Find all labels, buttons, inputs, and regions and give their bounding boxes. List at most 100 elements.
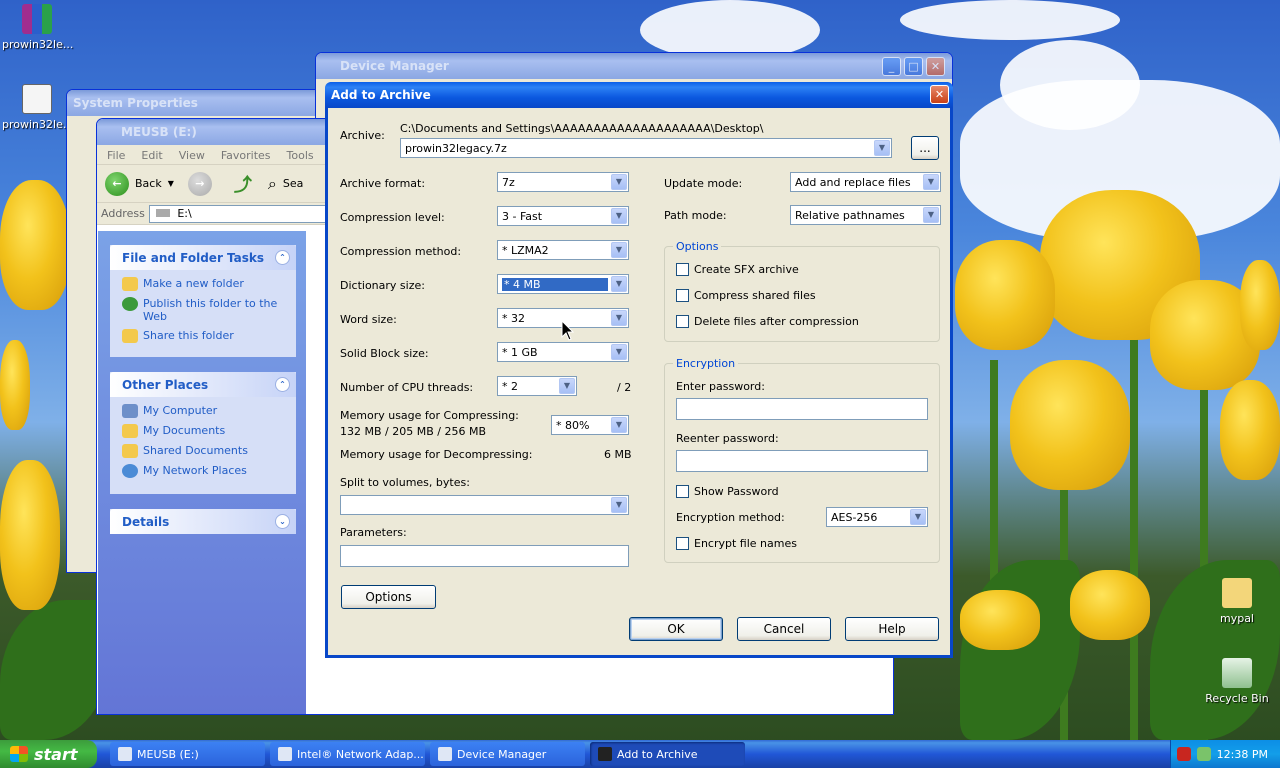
archive-label: Archive: [340,129,385,142]
back-dropdown-icon[interactable]: ▼ [168,179,174,188]
chevron-down-icon[interactable]: ▼ [611,242,627,258]
cancel-button[interactable]: Cancel [737,617,831,641]
menu-view[interactable]: View [179,149,205,162]
menu-tools[interactable]: Tools [287,149,314,162]
create-sfx-checkbox[interactable]: Create SFX archive [676,263,799,276]
chevron-down-icon[interactable]: ▼ [611,174,627,190]
compression-level-select[interactable]: 3 - Fast ▼ [497,206,629,226]
chevron-down-icon[interactable]: ▼ [910,509,926,525]
archive-name-combo[interactable]: prowin32legacy.7z ▼ [400,138,892,158]
address-label: Address [101,207,145,220]
file-folder-tasks-header[interactable]: File and Folder Tasks ⌃ [110,245,296,270]
search-button[interactable]: Sea [283,177,304,190]
taskbar-item-add-to-archive[interactable]: Add to Archive [590,742,745,766]
chevron-down-icon[interactable]: ▼ [923,207,939,223]
chevron-down-icon[interactable]: ▼ [611,310,627,326]
update-mode-select[interactable]: Add and replace files ▼ [790,172,941,192]
taskbar: start MEUSB (E:) Intel® Network Adap... … [0,740,1280,768]
compress-shared-checkbox[interactable]: Compress shared files [676,289,816,302]
taskbar-item-meusb[interactable]: MEUSB (E:) [110,742,265,766]
other-places-header[interactable]: Other Places ⌃ [110,372,296,397]
compression-level-label: Compression level: [340,211,445,224]
enter-password-label: Enter password: [676,380,765,393]
task-publish-folder[interactable]: Publish this folder to the Web [110,294,296,326]
up-folder-icon[interactable]: ⤴ [234,171,252,197]
update-mode-label: Update mode: [664,177,743,190]
path-mode-select[interactable]: Relative pathnames ▼ [790,205,941,225]
7zip-icon [598,747,612,761]
memory-percent-select[interactable]: * 80% ▼ [551,415,629,435]
collapse-chevron-icon[interactable]: ⌃ [275,250,290,265]
options-button[interactable]: Options [341,585,436,609]
network-status-icon[interactable] [1196,747,1211,761]
dialog-titlebar[interactable]: Add to Archive [325,82,953,108]
help-button[interactable]: Help [845,617,939,641]
new-folder-icon [122,277,138,291]
executable-icon [22,84,52,114]
taskbar-item-device-manager[interactable]: Device Manager [430,742,585,766]
forward-arrow-icon[interactable]: → [187,171,212,196]
dictionary-size-select[interactable]: * 4 MB ▼ [497,274,629,294]
desktop-icon-prowin32-exe[interactable]: prowin32le... [2,84,73,131]
chevron-down-icon[interactable]: ▼ [611,208,627,224]
clock[interactable]: 12:38 PM [1217,748,1268,761]
delete-after-checkbox[interactable]: Delete files after compression [676,315,859,328]
device-manager-icon [438,747,452,761]
menu-file[interactable]: File [107,149,125,162]
desktop-icon-recycle-bin[interactable]: Recycle Bin [1202,658,1272,705]
place-my-network-places[interactable]: My Network Places [110,461,296,481]
add-to-archive-dialog[interactable]: Add to Archive ✕ Archive: C:\Documents a… [325,82,953,658]
word-size-label: Word size: [340,313,397,326]
reenter-password-input[interactable] [676,450,928,472]
back-arrow-icon[interactable]: ← [105,171,129,196]
back-button[interactable]: Back [135,177,162,190]
chevron-down-icon[interactable]: ▼ [611,417,627,433]
show-password-checkbox[interactable]: Show Password [676,485,779,498]
task-share-folder[interactable]: Share this folder [110,326,296,346]
desktop-icon-mypal[interactable]: mypal [1202,578,1272,625]
place-shared-documents[interactable]: Shared Documents [110,441,296,461]
system-properties-titlebar[interactable]: System Properties [67,90,325,116]
close-button[interactable]: ✕ [926,57,945,76]
chevron-down-icon[interactable]: ▼ [611,344,627,360]
encryption-method-select[interactable]: AES-256 ▼ [826,507,928,527]
chevron-down-icon[interactable]: ▼ [611,276,627,292]
ok-button[interactable]: OK [629,617,723,641]
chevron-down-icon[interactable]: ▼ [874,140,890,156]
chevron-down-icon[interactable]: ▼ [611,497,627,513]
network-adapter-icon [278,747,292,761]
documents-icon [122,424,138,438]
mouse-cursor-icon [561,320,575,341]
desktop-icon-prowin32-archive[interactable]: prowin32le... [2,4,73,51]
security-shield-icon[interactable] [1176,747,1191,761]
task-make-new-folder[interactable]: Make a new folder [110,274,296,294]
menu-edit[interactable]: Edit [141,149,162,162]
place-my-computer[interactable]: My Computer [110,401,296,421]
cpu-threads-select[interactable]: * 2 ▼ [497,376,577,396]
system-tray: 12:38 PM [1170,740,1280,768]
collapse-chevron-icon[interactable]: ⌃ [275,377,290,392]
archive-format-select[interactable]: 7z ▼ [497,172,629,192]
maximize-button[interactable]: □ [904,57,923,76]
split-volumes-combo[interactable]: ▼ [340,495,629,515]
search-icon[interactable]: ⌕ [268,174,277,194]
solid-block-select[interactable]: * 1 GB ▼ [497,342,629,362]
menu-favorites[interactable]: Favorites [221,149,271,162]
taskbar-item-intel-network[interactable]: Intel® Network Adap... [270,742,425,766]
network-icon [122,464,138,478]
place-my-documents[interactable]: My Documents [110,421,296,441]
chevron-down-icon[interactable]: ▼ [923,174,939,190]
encrypt-file-names-checkbox[interactable]: Encrypt file names [676,537,797,550]
parameters-input[interactable] [340,545,629,567]
dialog-close-button[interactable]: ✕ [930,85,949,104]
minimize-button[interactable]: _ [882,57,901,76]
details-header[interactable]: Details ⌄ [110,509,296,534]
device-manager-titlebar[interactable]: Device Manager [316,53,952,79]
memory-compress-values: 132 MB / 205 MB / 256 MB [340,425,486,438]
expand-chevron-icon[interactable]: ⌄ [275,514,290,529]
browse-button[interactable]: ... [911,136,939,160]
enter-password-input[interactable] [676,398,928,420]
compression-method-select[interactable]: * LZMA2 ▼ [497,240,629,260]
start-button[interactable]: start [0,740,97,768]
chevron-down-icon[interactable]: ▼ [559,378,575,394]
